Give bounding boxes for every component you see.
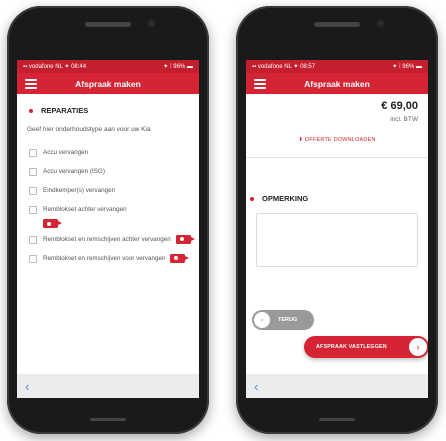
option-label: Eindkemper(s) vervangen	[43, 187, 116, 194]
front-camera	[376, 19, 385, 28]
price-summary: € 69,00 incl. BTW	[246, 94, 428, 123]
toggle-label: TERUG	[278, 317, 298, 323]
vat-label: incl. BTW	[390, 116, 418, 123]
status-right: ✦ ⁞ 96% ▬	[163, 64, 193, 70]
home-indicator	[319, 418, 355, 421]
chevron-left-icon[interactable]: ‹	[25, 380, 29, 393]
offerte-download-link[interactable]: ⬇ OFFERTE DOWNLOADEN	[246, 137, 428, 143]
remark-textarea[interactable]	[256, 213, 418, 267]
option-eindkemper-vervangen[interactable]: Eindkemper(s) vervangen	[29, 184, 191, 198]
checkbox[interactable]	[29, 255, 37, 263]
home-indicator	[90, 418, 126, 421]
bottom-nav: ‹	[246, 374, 428, 398]
offerte-label: OFFERTE DOWNLOADEN	[304, 137, 376, 143]
arrow-right-icon: ›	[409, 338, 427, 356]
repair-content: REPARATIES Geef hier onderhoudstype aan …	[17, 94, 199, 266]
section-header: REPARATIES	[29, 106, 191, 115]
front-camera	[147, 19, 156, 28]
app-bar: Afspraak maken	[17, 73, 199, 94]
screen-left: ▪▪ vodafone NL ✦ 08:44 ✦ ⁞ 96% ▬ Afspraa…	[17, 60, 199, 398]
checkbox[interactable]	[29, 187, 37, 195]
option-label: Remblokset en remschijven achter vervang…	[43, 236, 171, 243]
status-left: ▪▪ vodafone NL ✦ 08:57	[252, 64, 316, 70]
phone-right: ▪▪ vodafone NL ✦ 08:57 ✦ ⁞ 96% ▬ Afspraa…	[236, 6, 438, 434]
checkbox[interactable]	[29, 236, 37, 244]
status-right: ✦ ⁞ 96% ▬	[392, 64, 422, 70]
remark-title: OPMERKING	[262, 194, 309, 203]
app-bar: Afspraak maken	[246, 73, 428, 94]
option-remblokset-remschijven-achter[interactable]: Remblokset en remschijven achter vervang…	[29, 233, 195, 247]
checkbox[interactable]	[29, 168, 37, 176]
chevron-left-icon[interactable]: ‹	[254, 380, 258, 393]
option-label: Remblokset en remschijven voor vervangen	[43, 255, 166, 262]
terug-toggle[interactable]: ‹ TERUG	[252, 310, 314, 330]
remark-section: OPMERKING	[246, 194, 428, 267]
cta-label: AFSPRAAK VASTLEGGEN	[316, 344, 387, 350]
divider	[246, 157, 428, 158]
download-icon: ⬇	[298, 137, 304, 143]
video-camera-icon[interactable]	[170, 253, 190, 263]
app-title: Afspraak maken	[75, 78, 141, 89]
intro-text: Geef hier onderhoudstype aan voor uw Kia	[27, 126, 151, 133]
status-left: ▪▪ vodafone NL ✦ 08:44	[23, 64, 87, 70]
option-remblokset-achter[interactable]: Remblokset achter vervangen	[29, 203, 191, 228]
app-title: Afspraak maken	[304, 78, 370, 89]
checkbox[interactable]	[29, 149, 37, 157]
afspraak-vastleggen-button[interactable]: AFSPRAAK VASTLEGGEN ›	[304, 336, 428, 358]
bullet-icon	[29, 108, 33, 113]
status-bar: ▪▪ vodafone NL ✦ 08:44 ✦ ⁞ 96% ▬	[17, 60, 199, 73]
option-label: Accu vervangen	[43, 149, 89, 156]
price-value: € 69,00	[381, 100, 418, 112]
back-arrow-icon: ‹	[254, 312, 270, 328]
speaker-grille	[314, 22, 360, 27]
video-camera-icon[interactable]	[43, 219, 62, 228]
screen-right: ▪▪ vodafone NL ✦ 08:57 ✦ ⁞ 96% ▬ Afspraa…	[246, 60, 428, 398]
section-title: REPARATIES	[41, 106, 89, 115]
option-label: Remblokset achter vervangen	[43, 206, 127, 213]
remark-header: OPMERKING	[250, 194, 428, 203]
option-label: Accu vervangen (ISG)	[43, 168, 105, 175]
status-bar: ▪▪ vodafone NL ✦ 08:57 ✦ ⁞ 96% ▬	[246, 60, 428, 73]
speaker-grille	[85, 22, 131, 27]
bullet-icon	[250, 196, 254, 201]
option-remblokset-remschijven-voor[interactable]: Remblokset en remschijven voor vervangen	[29, 252, 191, 266]
option-accu-vervangen[interactable]: Accu vervangen	[29, 146, 191, 160]
option-accu-vervangen-isg[interactable]: Accu vervangen (ISG)	[29, 165, 191, 179]
video-camera-icon[interactable]	[175, 234, 195, 244]
repair-options-list: Accu vervangen Accu vervangen (ISG) Eind…	[25, 146, 195, 266]
bottom-nav: ‹	[17, 374, 199, 398]
phone-left: ▪▪ vodafone NL ✦ 08:44 ✦ ⁞ 96% ▬ Afspraa…	[7, 6, 209, 434]
checkbox[interactable]	[29, 206, 37, 214]
